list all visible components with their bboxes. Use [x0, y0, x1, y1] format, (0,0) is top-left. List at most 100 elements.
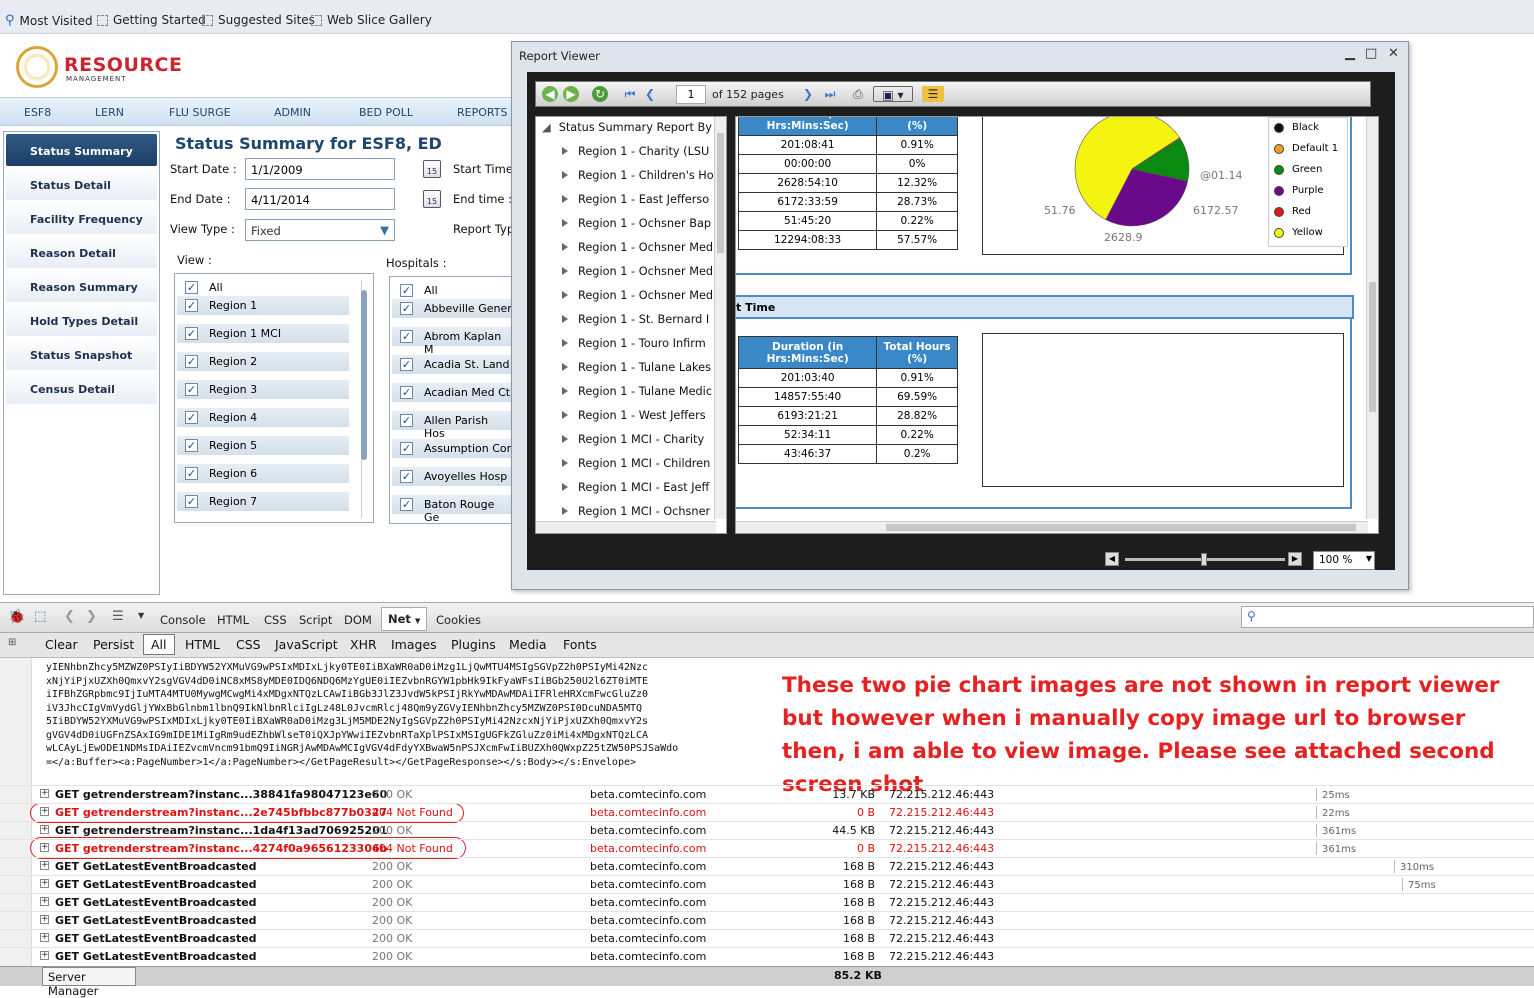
checkbox-checked-icon[interactable]: ✓ [400, 386, 413, 399]
checkbox-checked-icon[interactable]: ✓ [185, 411, 198, 424]
view-list-item[interactable]: ✓ Region 4 [177, 408, 349, 427]
checkbox-checked-icon[interactable]: ✓ [400, 330, 413, 343]
menu-flu-surge[interactable]: FLU SURGE [169, 106, 231, 119]
bookmark-web-slice-gallery[interactable]: Web Slice Gallery [311, 13, 432, 27]
view-listbox[interactable]: ✓ All ✓ Region 1 ✓ Region 1 MCI ✓ Region 2 ✓ Regi… [174, 273, 374, 523]
start-date-input[interactable]: 1/1/2009 [245, 158, 395, 180]
view-list-item[interactable]: ✓ Region 3 [177, 380, 349, 399]
back-icon[interactable]: ◀ [542, 86, 558, 102]
app-logo[interactable]: RESOURCE MANAGEMENT [14, 44, 182, 92]
checkbox-checked-icon[interactable]: ✓ [185, 299, 198, 312]
calendar-icon[interactable]: 15 [423, 190, 441, 208]
view-list-item[interactable]: ✓ Region 5 [177, 436, 349, 455]
next-page-icon[interactable]: ❯ [800, 86, 816, 102]
clear-button[interactable]: Clear [45, 637, 78, 652]
checkbox-checked-icon[interactable]: ✓ [185, 327, 198, 340]
view-list-item[interactable]: ✓ Region 7 [177, 492, 349, 511]
menu-lern[interactable]: LERN [95, 106, 124, 119]
taskbar-server-manager[interactable]: Server Manager [42, 967, 136, 998]
tree-root[interactable]: ◢ Status Summary Report By [542, 121, 712, 134]
menu-admin[interactable]: ADMIN [274, 106, 311, 119]
tab-dom[interactable]: DOM [344, 613, 372, 627]
expand-icon[interactable] [562, 411, 568, 419]
filter-images[interactable]: Images [391, 637, 437, 652]
bookmark-getting-started[interactable]: Getting Started [97, 13, 206, 27]
expand-icon[interactable]: + [40, 807, 49, 816]
net-request-row[interactable]: + GET GetLatestEventBroadcasted 200 OK beta… [0, 929, 1534, 947]
tree-node[interactable]: Region 1 MCI - Children [542, 457, 710, 470]
tree-node[interactable]: Region 1 - East Jefferso [542, 193, 709, 206]
bookmark-most-visited[interactable]: ⚲ Most Visited [5, 13, 93, 28]
hospitals-listbox[interactable]: ✓ All ✓ Abbeville Gener ✓ Abrom Kaplan M ✓ Acad… [389, 276, 514, 524]
view-list-item[interactable]: ✓ Region 2 [177, 352, 349, 371]
devtools-search-input[interactable]: ⚲ [1241, 606, 1534, 628]
expand-icon[interactable] [562, 387, 568, 395]
filter-html[interactable]: HTML [185, 637, 220, 652]
net-request-row[interactable]: + GET GetLatestEventBroadcasted 200 OK beta… [0, 893, 1534, 911]
expand-icon[interactable]: + [40, 897, 49, 906]
last-page-icon[interactable]: ⏭ [822, 86, 838, 102]
view-list-item[interactable]: ✓ Region 6 [177, 464, 349, 483]
expand-icon[interactable] [562, 171, 568, 179]
expand-icon[interactable] [562, 147, 568, 155]
nav-hold-types-detail[interactable]: Hold Types Detail [6, 304, 157, 336]
filter-media[interactable]: Media [509, 637, 547, 652]
close-icon[interactable]: ✕ [1388, 46, 1399, 61]
net-request-row[interactable]: + GET GetLatestEventBroadcasted 200 OK beta… [0, 857, 1534, 875]
checkbox-checked-icon[interactable]: ✓ [185, 281, 198, 294]
net-request-row[interactable]: + GET getrenderstream?instanc...2e745bfbb… [0, 803, 1534, 821]
tree-node[interactable]: Region 1 - West Jeffers [542, 409, 706, 422]
tab-script[interactable]: Script [299, 613, 332, 627]
expand-icon[interactable]: + [40, 843, 49, 852]
checkbox-checked-icon[interactable]: ✓ [400, 358, 413, 371]
checkbox-checked-icon[interactable]: ✓ [400, 470, 413, 483]
scroll-thumb[interactable] [717, 133, 724, 253]
expand-icon[interactable]: + [40, 861, 49, 870]
zoom-slider[interactable]: ◀ ▶ [1105, 552, 1303, 568]
expand-icon[interactable] [562, 435, 568, 443]
hospital-list-item[interactable]: ✓ Abrom Kaplan M [392, 327, 512, 356]
tree-node[interactable]: Region 1 - St. Bernard I [542, 313, 709, 326]
menu-reports[interactable]: REPORTS [457, 106, 507, 119]
expand-icon[interactable] [562, 459, 568, 467]
expand-icon[interactable]: + [40, 951, 49, 960]
scrollbar[interactable] [736, 521, 1368, 533]
nav-reason-detail[interactable]: Reason Detail [6, 236, 157, 268]
net-request-row[interactable]: + GET getrenderstream?instanc...38841fa98… [0, 785, 1534, 803]
scrollbar[interactable] [714, 117, 726, 519]
nav-census-detail[interactable]: Census Detail [6, 372, 157, 404]
filter-xhr[interactable]: XHR [350, 637, 377, 652]
filter-javascript[interactable]: JavaScript [275, 637, 338, 652]
save-icon[interactable]: ▣ ▾ [873, 86, 913, 102]
first-page-icon[interactable]: ⏮ [622, 86, 638, 102]
end-date-input[interactable]: 4/11/2014 [245, 188, 395, 210]
filter-css[interactable]: CSS [236, 637, 261, 652]
filter-fonts[interactable]: Fonts [563, 637, 597, 652]
scrollbar[interactable] [1366, 117, 1378, 519]
checkbox-checked-icon[interactable]: ✓ [400, 414, 413, 427]
hospital-list-item[interactable]: ✓ Avoyelles Hosp [392, 467, 512, 486]
inspect-icon[interactable]: ⬚ [34, 609, 46, 624]
expand-icon[interactable] [562, 507, 568, 515]
prev-page-icon[interactable]: ❮ [642, 86, 658, 102]
hospital-list-item[interactable]: ✓ Acadia St. Land [392, 355, 512, 374]
checkbox-checked-icon[interactable]: ✓ [185, 495, 198, 508]
tree-node[interactable]: Region 1 - Ochsner Bap [542, 217, 711, 230]
refresh-icon[interactable]: ↻ [592, 86, 608, 102]
tab-html[interactable]: HTML [217, 613, 249, 627]
view-list-item[interactable]: ✓ Region 1 MCI [177, 324, 349, 343]
tree-node[interactable]: Region 1 - Ochsner Med [542, 289, 713, 302]
minimize-icon[interactable]: ▁ [1345, 46, 1355, 61]
expand-icon[interactable]: + [40, 825, 49, 834]
tab-net[interactable]: Net ▼ [381, 607, 428, 631]
firebug-icon[interactable]: 🐞 [8, 609, 25, 625]
hospital-list-item[interactable]: ✓ Baton Rouge Ge [392, 495, 512, 523]
chevron-down-icon[interactable]: ▼ [138, 611, 144, 620]
net-request-row[interactable]: + GET getrenderstream?instanc...1da4f13ad… [0, 821, 1534, 839]
view-type-select[interactable]: Fixed ▼ [245, 219, 395, 241]
tree-node[interactable]: Region 1 - Touro Infirm [542, 337, 706, 350]
expand-icon[interactable]: + [40, 879, 49, 888]
scrollbar[interactable] [361, 280, 369, 518]
persist-button[interactable]: Persist [93, 637, 134, 652]
expand-icon[interactable] [562, 291, 568, 299]
